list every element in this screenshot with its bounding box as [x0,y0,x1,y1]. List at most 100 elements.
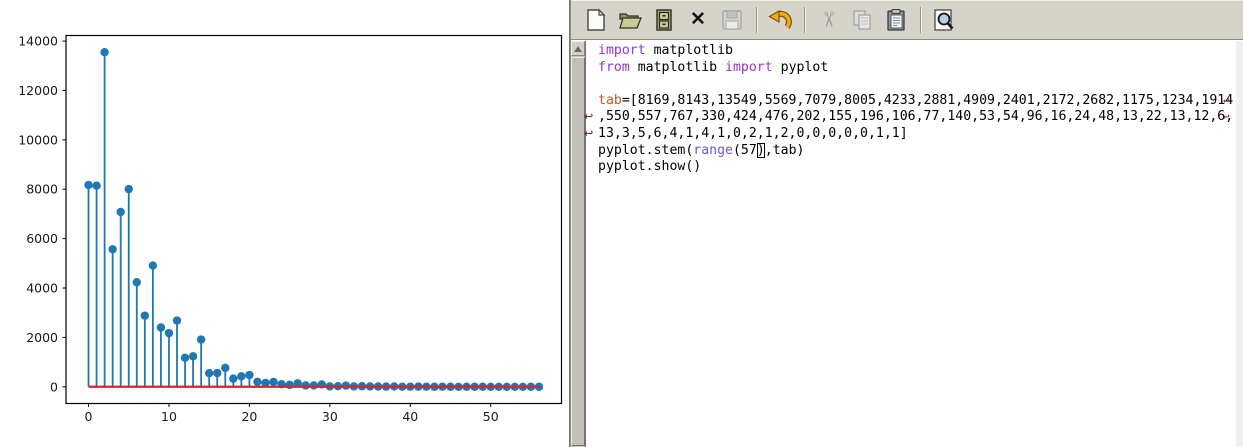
marker-dot [108,245,116,253]
wrap-start-marker-icon: ↩ [584,109,593,126]
marker-dot [173,316,181,324]
code-token: ,550,557,767,330,424,476,202,155,196,106… [598,109,1233,124]
wrap-start-marker-icon: ↩ [584,126,593,143]
marker-dot [245,371,253,379]
code-token: range [693,143,733,158]
matplotlib-figure-window: 0200040006000800010000120001400001020304… [0,0,569,447]
toolbar-separator [804,7,806,33]
scroll-up-arrow-icon [574,46,582,52]
code-line[interactable]: tab=[8169,8143,13549,5569,7079,8005,4233… [587,93,1236,110]
y-tick-label: 10000 [18,132,58,147]
left-scrollbar[interactable] [571,41,586,447]
marker-dot [141,311,149,319]
marker-dot [269,378,277,386]
code-line[interactable]: from matplotlib import pyplot [587,60,1236,77]
open-folder-icon [617,8,643,32]
new-file-button[interactable] [581,5,611,35]
editor-body: import matplotlibfrom matplotlib import … [571,41,1243,447]
marker-dot [302,381,310,389]
code-token: import [725,60,773,75]
toolbar-separator [920,7,922,33]
y-tick-label: 14000 [18,34,58,49]
copy-icon [850,8,874,32]
marker-dot [221,364,229,372]
code-line[interactable]: pyplot.show() [587,159,1236,176]
wrap-end-marker-icon: ↩ [1223,109,1230,126]
editor-window: ✕ ✂ [571,0,1243,447]
x-tick-label: 30 [322,409,338,424]
code-token: from [598,60,630,75]
code-token: =[8169,8143,13549,5569,7079,8005,4233,28… [622,93,1233,108]
copy-button[interactable] [847,5,877,35]
marker-dot [253,378,261,386]
code-token: tab [598,93,622,108]
marker-dot [116,208,124,216]
code-line[interactable]: ↩,550,557,767,330,424,476,202,155,196,10… [587,109,1236,126]
marker-dot [84,181,92,189]
marker-dot [125,185,133,193]
marker-dot [100,48,108,56]
marker-dot [165,329,173,337]
file-cabinet-icon [652,8,676,32]
marker-dot [237,372,245,380]
save-button[interactable] [717,5,747,35]
code-area[interactable]: import matplotlibfrom matplotlib import … [587,41,1236,447]
code-token: pyplot [773,60,829,75]
paste-icon [884,8,908,32]
editor-toolbar: ✕ ✂ [571,0,1243,40]
stem-chart: 0200040006000800010000120001400001020304… [0,0,569,447]
marker-dot [92,182,100,190]
y-tick-label: 8000 [26,182,58,197]
scrollbar-thumb[interactable] [571,57,585,446]
new-file-icon [584,8,608,32]
marker-dot [157,323,165,331]
marker-dot [181,354,189,362]
code-line[interactable]: pyplot.stem(range(57),tab) [587,143,1236,160]
cut-button[interactable]: ✂ [813,5,843,35]
scroll-up-button[interactable] [571,41,585,56]
save-icon [720,8,744,32]
right-scrollbar-track[interactable] [1236,41,1243,447]
code-line[interactable]: import matplotlib [587,43,1236,60]
close-icon: ✕ [690,10,706,29]
x-tick-label: 0 [85,409,93,424]
code-token: ) [757,143,765,158]
find-icon [932,8,956,32]
code-line[interactable] [587,76,1236,93]
find-button[interactable] [929,5,959,35]
x-tick-label: 40 [402,409,418,424]
undo-icon [768,8,792,32]
marker-dot [189,352,197,360]
y-tick-label: 0 [50,379,58,394]
close-button[interactable]: ✕ [683,5,713,35]
toolbar-separator [756,7,758,33]
code-token: 13,3,5,6,4,1,4,1,0,2,1,2,0,0,0,0,0,1,1] [598,126,908,141]
code-token: matplotlib [646,43,733,58]
y-tick-label: 2000 [26,330,58,345]
code-token: ,tab) [765,143,805,158]
x-tick-label: 20 [241,409,257,424]
marker-dot [197,335,205,343]
code-token: pyplot.stem( [598,143,693,158]
marker-dot [205,369,213,377]
y-tick-label: 4000 [26,281,58,296]
marker-dot [133,278,141,286]
marker-dot [213,369,221,377]
marker-dot [229,374,237,382]
x-tick-label: 10 [161,409,177,424]
undo-button[interactable] [765,5,795,35]
code-token: (57 [733,143,757,158]
file-cabinet-button[interactable] [649,5,679,35]
wrap-end-marker-icon: ↩ [1223,93,1230,110]
x-tick-label: 50 [483,409,499,424]
plot-background [0,0,569,447]
code-line[interactable]: ↩ 13,3,5,6,4,1,4,1,0,2,1,2,0,0,0,0,0,1,1] [587,126,1236,143]
code-token: pyplot.show() [598,159,701,174]
marker-dot [342,381,350,389]
open-file-button[interactable] [615,5,645,35]
marker-dot [149,261,157,269]
marker-dot [310,381,318,389]
y-tick-label: 12000 [18,83,58,98]
paste-button[interactable] [881,5,911,35]
code-token: import [598,43,646,58]
